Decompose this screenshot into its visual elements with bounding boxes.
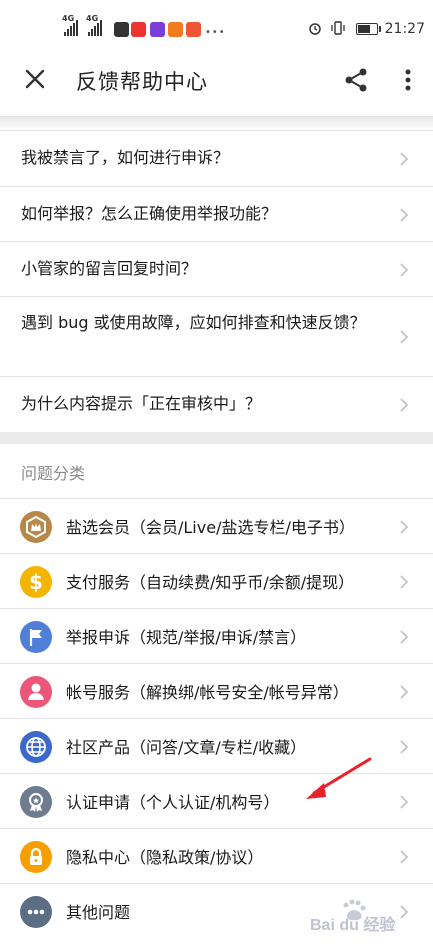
faq-item[interactable]: 如何举报？怎么正确使用举报功能？ — [0, 187, 433, 242]
category-label: 其他问题 — [66, 903, 131, 922]
alarm-icon — [309, 23, 321, 35]
chevron-right-icon — [400, 263, 409, 277]
watermark: Bai du 经验 — [300, 893, 433, 943]
category-label: 盐选会员（会员/Live/盐选专栏/电子书） — [66, 518, 355, 537]
faq-item[interactable]: 小管家的留言回复时间？ — [0, 242, 433, 297]
chevron-right-icon — [400, 330, 409, 344]
lock-icon — [20, 841, 52, 873]
clock: 21:27 — [384, 21, 425, 37]
category-item-payment[interactable]: $ 支付服务（自动续费/知乎币/余额/提现） — [0, 554, 433, 609]
more-options-icon[interactable] — [398, 67, 418, 93]
flag-icon — [20, 621, 52, 653]
chevron-right-icon — [400, 795, 409, 809]
more-icon — [20, 896, 52, 928]
faq-question: 如何举报？怎么正确使用举报功能？ — [21, 204, 278, 223]
signal-icon-2 — [88, 18, 102, 36]
category-label: 支付服务（自动续费/知乎币/余额/提现） — [66, 573, 355, 592]
notification-app-icon — [150, 22, 165, 37]
status-bar: 4G 4G ••• 21:27 — [0, 0, 433, 46]
category-list: 盐选会员（会员/Live/盐选专栏/电子书） $ 支付服务（自动续费/知乎币/余… — [0, 499, 433, 939]
person-icon — [20, 676, 52, 708]
category-item-privacy[interactable]: 隐私中心（隐私政策/协议） — [0, 829, 433, 884]
watermark-text: Bai du 经验 — [310, 917, 396, 934]
category-label: 帐号服务（解换绑/帐号安全/帐号异常） — [66, 683, 349, 702]
close-icon[interactable] — [22, 66, 48, 92]
notification-app-icon — [114, 22, 129, 37]
category-item-verification[interactable]: 认证申请（个人认证/机构号） — [0, 774, 433, 829]
section-title: 问题分类 — [21, 464, 86, 483]
chevron-right-icon — [400, 740, 409, 754]
notification-app-icon — [168, 22, 183, 37]
category-label: 认证申请（个人认证/机构号） — [66, 793, 280, 812]
category-label: 隐私中心（隐私政策/协议） — [66, 848, 264, 867]
faq-list: 我被禁言了，如何进行申诉？ 如何举报？怎么正确使用举报功能？ 小管家的留言回复时… — [0, 131, 433, 432]
faq-item[interactable]: 为什么内容提示「正在审核中」？ — [0, 377, 433, 432]
chevron-right-icon — [400, 520, 409, 534]
notification-app-icon — [131, 22, 146, 37]
crown-icon — [20, 511, 52, 543]
category-label: 社区产品（问答/文章/专栏/收藏） — [66, 738, 307, 757]
badge-icon — [20, 786, 52, 818]
chevron-right-icon — [400, 575, 409, 589]
chevron-right-icon — [400, 398, 409, 412]
section-divider — [0, 432, 433, 444]
faq-question: 遇到 bug 或使用故障，应如何排查和快速反馈？ — [21, 313, 366, 332]
category-item-community[interactable]: 社区产品（问答/文章/专栏/收藏） — [0, 719, 433, 774]
page-title: 反馈帮助中心 — [76, 70, 208, 94]
signal-icon — [64, 18, 78, 36]
faq-question: 我被禁言了，如何进行申诉？ — [21, 148, 230, 167]
app-bar: 反馈帮助中心 — [0, 46, 433, 116]
svg-text:$: $ — [29, 570, 43, 594]
chevron-right-icon — [400, 630, 409, 644]
more-notifications-icon: ••• — [205, 27, 226, 38]
chevron-right-icon — [400, 208, 409, 222]
vibrate-icon — [331, 21, 345, 35]
faq-question: 小管家的留言回复时间？ — [21, 259, 198, 278]
chevron-right-icon — [400, 152, 409, 166]
category-item-account[interactable]: 帐号服务（解换绑/帐号安全/帐号异常） — [0, 664, 433, 719]
faq-question: 为什么内容提示「正在审核中」？ — [21, 394, 262, 413]
faq-item[interactable]: 遇到 bug 或使用故障，应如何排查和快速反馈？ — [0, 297, 433, 377]
chevron-right-icon — [400, 685, 409, 699]
category-label: 举报申诉（规范/举报/申诉/禁言） — [66, 628, 307, 647]
category-item-vip[interactable]: 盐选会员（会员/Live/盐选专栏/电子书） — [0, 499, 433, 554]
dollar-icon: $ — [20, 566, 52, 598]
share-icon[interactable] — [343, 67, 369, 93]
globe-icon — [20, 731, 52, 763]
notification-app-icon — [186, 22, 201, 37]
chevron-right-icon — [400, 850, 409, 864]
battery-icon — [356, 23, 381, 35]
faq-item[interactable]: 我被禁言了，如何进行申诉？ — [0, 131, 433, 187]
category-item-report[interactable]: 举报申诉（规范/举报/申诉/禁言） — [0, 609, 433, 664]
app-bar-shadow — [0, 116, 433, 130]
